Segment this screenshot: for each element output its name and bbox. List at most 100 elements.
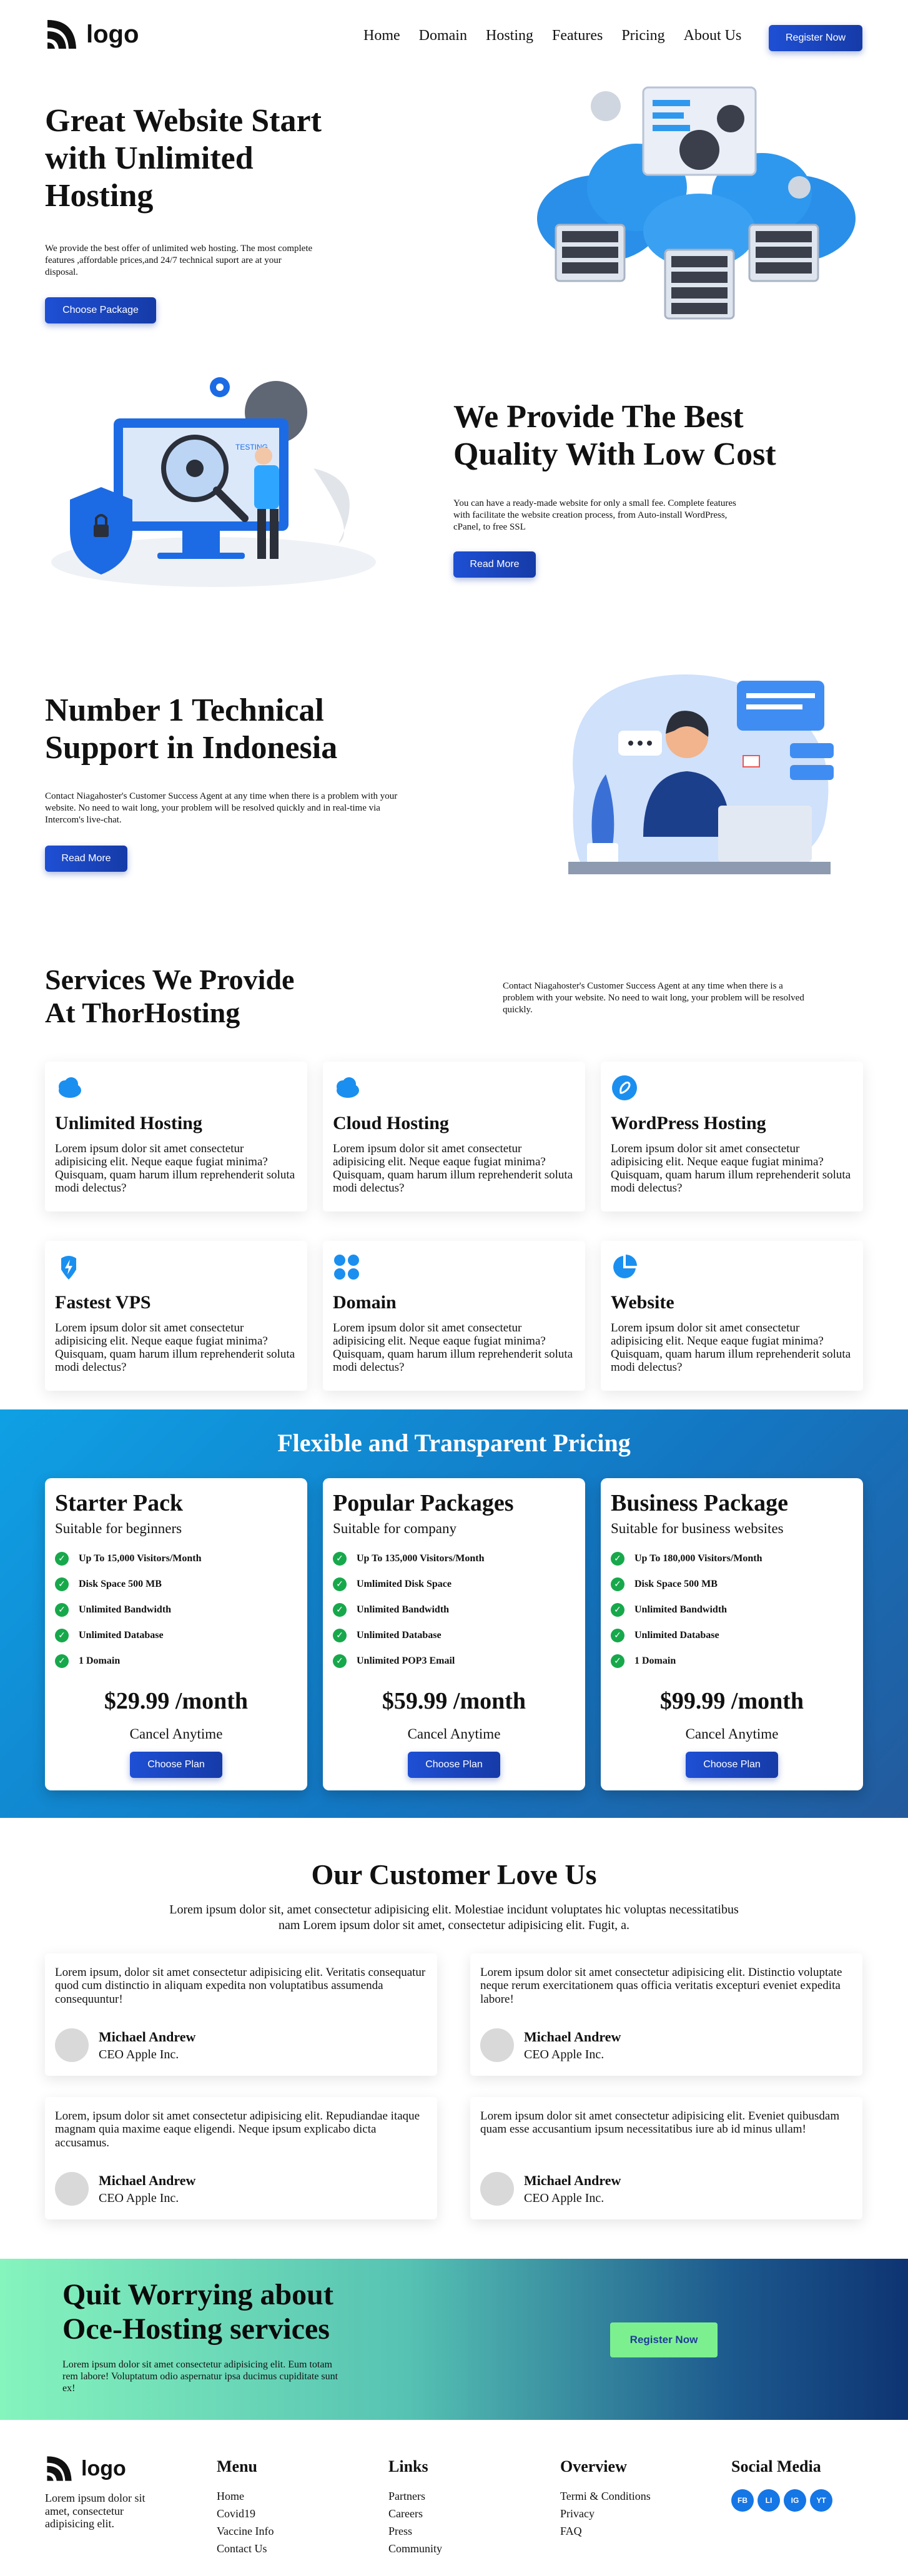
plan-subtitle: Suitable for business websites: [611, 1521, 784, 1536]
testimonial-text: Lorem ipsum dolor sit amet consectetur a…: [480, 2110, 840, 2136]
testimonials-subtitle: Lorem ipsum dolor sit, amet consectetur …: [169, 1903, 739, 1932]
plan-card-business: Business Package Suitable for business w…: [601, 1478, 863, 1790]
cta-text: Lorem ipsum dolor sit amet consectetur a…: [62, 2359, 338, 2394]
plan-card-starter: Starter Pack Suitable for beginners ✓ Up …: [45, 1478, 307, 1790]
cta-title-line: Oce-Hosting services: [62, 2312, 330, 2346]
pricing-section: Flexible and Transparent Pricing Starter…: [0, 1409, 908, 1818]
plan-feature-label: Disk Space 500 MB: [79, 1578, 162, 1589]
youtube-icon[interactable]: YT: [810, 2489, 832, 2512]
service-card-cloud-hosting[interactable]: Cloud Hosting Lorem ipsum dolor sit amet…: [323, 1062, 585, 1212]
plan-feature: ✓ Unlimited Bandwidth: [611, 1597, 853, 1622]
services-intro: Contact Niagahoster's Customer Success A…: [503, 981, 804, 1015]
check-icon: ✓: [333, 1602, 347, 1617]
quality-text: You can have a ready-made website for on…: [453, 498, 736, 532]
footer-overview-title: Overview: [560, 2457, 627, 2475]
footer-link[interactable]: Partners: [388, 2487, 442, 2505]
plan-feature-label: Unlimited POP3 Email: [357, 1655, 455, 1666]
author-role: CEO Apple Inc.: [99, 2191, 179, 2205]
check-icon: ✓: [333, 1628, 347, 1642]
check-icon: ✓: [611, 1602, 624, 1617]
footer-link[interactable]: Community: [388, 2540, 442, 2557]
footer-link[interactable]: Vaccine Info: [217, 2522, 274, 2540]
plan-feature: ✓ Unlimited Bandwidth: [333, 1597, 575, 1622]
choose-plan-button[interactable]: Choose Plan: [408, 1752, 500, 1778]
hero-title-line: Great Website Start: [45, 103, 322, 139]
nav-features[interactable]: Features: [552, 27, 603, 44]
author-role: CEO Apple Inc.: [524, 2191, 605, 2205]
service-card-website[interactable]: Website Lorem ipsum dolor sit amet conse…: [601, 1241, 863, 1391]
plan-feature: ✓ Unlimited POP3 Email: [333, 1648, 575, 1674]
service-card-unlimited-hosting[interactable]: Unlimited Hosting Lorem ipsum dolor sit …: [45, 1062, 307, 1212]
logo-mark-icon: [47, 20, 76, 49]
nav-domain[interactable]: Domain: [419, 27, 467, 44]
server-cloud-illustration: [537, 86, 856, 320]
service-card-fastest-vps[interactable]: Fastest VPS Lorem ipsum dolor sit amet c…: [45, 1241, 307, 1391]
choose-plan-button[interactable]: Choose Plan: [686, 1752, 778, 1778]
testimonial-card: Lorem ipsum, dolor sit amet consectetur …: [45, 1953, 437, 2076]
choose-plan-button[interactable]: Choose Plan: [130, 1752, 222, 1778]
service-text: Lorem ipsum dolor sit amet consectetur a…: [55, 1321, 295, 1374]
plan-feature: ✓ Unlimited Database: [55, 1622, 297, 1648]
author-name: Michael Andrew: [524, 2028, 621, 2045]
cta-title: Quit Worrying about Oce-Hosting services: [62, 2277, 333, 2346]
service-title: Domain: [333, 1292, 397, 1313]
instagram-icon[interactable]: IG: [784, 2489, 806, 2512]
linkedin-icon[interactable]: LI: [757, 2489, 780, 2512]
plan-feature: ✓ Unlimited Database: [333, 1622, 575, 1648]
footer-link[interactable]: Careers: [388, 2505, 442, 2522]
footer-link[interactable]: Press: [388, 2522, 442, 2540]
check-icon: ✓: [55, 1654, 69, 1668]
support-read-more-button[interactable]: Read More: [45, 846, 127, 872]
testimonial-text: Lorem ipsum dolor sit amet consectetur a…: [480, 1966, 842, 2006]
plan-feature-label: Up To 135,000 Visitors/Month: [357, 1552, 485, 1564]
footer-link[interactable]: Privacy: [560, 2505, 651, 2522]
plan-feature-label: Unlimited Database: [357, 1629, 442, 1641]
plan-name: Business Package: [611, 1490, 788, 1516]
service-card-domain[interactable]: Domain Lorem ipsum dolor sit amet consec…: [323, 1241, 585, 1391]
services-title-line: Services We Provide: [45, 964, 295, 995]
plan-name: Popular Packages: [333, 1490, 514, 1516]
nav-home[interactable]: Home: [363, 27, 400, 44]
plan-feature-label: Up To 180,000 Visitors/Month: [634, 1552, 762, 1564]
security-testing-illustration: TESTING: [51, 377, 376, 587]
footer-link[interactable]: Home: [217, 2487, 274, 2505]
nav-hosting[interactable]: Hosting: [486, 27, 533, 44]
quality-read-more-button[interactable]: Read More: [453, 551, 536, 578]
testimonial-text: Lorem ipsum, dolor sit amet consectetur …: [55, 1966, 426, 2006]
logo[interactable]: logo: [45, 17, 139, 51]
cloud-icon: [59, 1077, 81, 1098]
service-text: Lorem ipsum dolor sit amet consectetur a…: [611, 1321, 851, 1374]
footer-link[interactable]: FAQ: [560, 2522, 651, 2540]
plan-name: Starter Pack: [55, 1490, 184, 1516]
check-icon: ✓: [611, 1654, 624, 1668]
register-button[interactable]: Register Now: [769, 25, 862, 51]
plan-price: $29.99 /month: [104, 1688, 249, 1714]
facebook-icon[interactable]: FB: [731, 2489, 754, 2512]
hero-title-line: Hosting: [45, 177, 154, 214]
check-icon: ✓: [333, 1577, 347, 1591]
footer-logo[interactable]: logo: [45, 2454, 126, 2483]
nav-pricing[interactable]: Pricing: [621, 27, 664, 44]
cta-title-line: Quit Worrying about: [62, 2278, 333, 2311]
footer-links-title: Links: [388, 2457, 428, 2475]
footer-link[interactable]: Covid19: [217, 2505, 274, 2522]
plan-feature: ✓ Unlimited Database: [611, 1622, 853, 1648]
plan-card-popular: Popular Packages Suitable for company ✓ U…: [323, 1478, 585, 1790]
check-icon: ✓: [333, 1654, 347, 1668]
support-title: Number 1 Technical Support in Indonesia: [45, 692, 337, 767]
service-text: Lorem ipsum dolor sit amet consectetur a…: [611, 1142, 851, 1195]
services-title: Services We Provide At ThorHosting: [45, 964, 294, 1030]
choose-package-button[interactable]: Choose Package: [45, 297, 156, 323]
footer-link[interactable]: Contact Us: [217, 2540, 274, 2557]
testimonial-card: Lorem ipsum dolor sit amet consectetur a…: [470, 1953, 862, 2076]
service-card-wordpress-hosting[interactable]: WordPress Hosting Lorem ipsum dolor sit …: [601, 1062, 863, 1212]
cta-register-button[interactable]: Register Now: [610, 2322, 718, 2357]
pricing-title: Flexible and Transparent Pricing: [277, 1429, 631, 1457]
plan-feature: ✓ Up To 180,000 Visitors/Month: [611, 1546, 853, 1571]
plan-feature: ✓ Unlimited Bandwidth: [55, 1597, 297, 1622]
testimonial-author: Michael Andrew CEO Apple Inc.: [55, 2028, 195, 2062]
nav-about-us[interactable]: About Us: [684, 27, 742, 44]
plan-feature: ✓ Up To 15,000 Visitors/Month: [55, 1546, 297, 1571]
plan-subtitle: Suitable for company: [333, 1521, 457, 1536]
footer-link[interactable]: Termi & Conditions: [560, 2487, 651, 2505]
